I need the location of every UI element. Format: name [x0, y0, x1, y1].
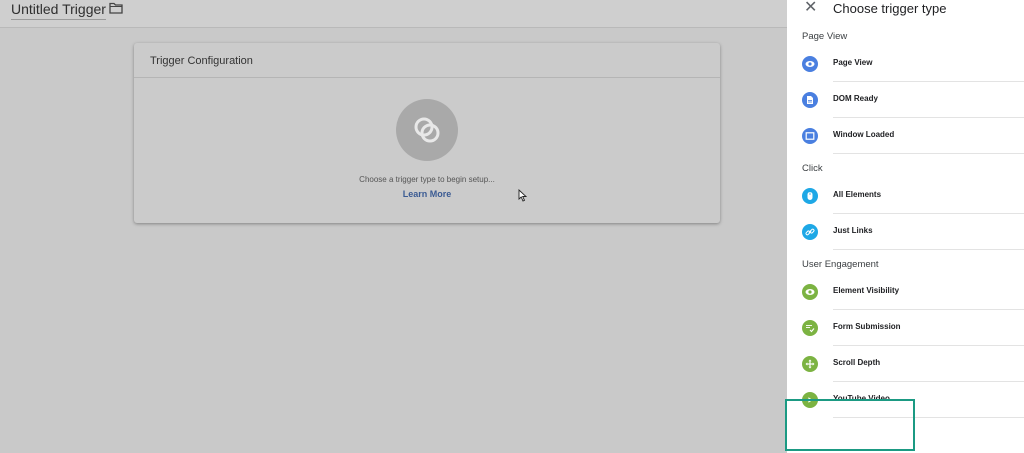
trigger-type-list: Page View Page View DOM Ready Window Loaded…: [787, 22, 1024, 418]
close-icon[interactable]: ✕: [804, 0, 817, 16]
youtube-video-highlight: [785, 399, 915, 451]
trigger-type-label: DOM Ready: [833, 94, 878, 103]
trigger-type-label: Element Visibility: [833, 286, 900, 295]
choose-trigger-type-panel: ✕ Choose trigger type Page View Page View…: [787, 0, 1024, 453]
trigger-type-label: Page View: [833, 58, 873, 67]
trigger-type-scroll-depth[interactable]: Scroll Depth: [787, 346, 1024, 382]
trigger-type-label: Form Submission: [833, 322, 901, 331]
trigger-type-placeholder[interactable]: [396, 99, 458, 161]
learn-more-link[interactable]: Learn More: [134, 189, 720, 199]
trigger-type-label: Window Loaded: [833, 130, 895, 139]
trigger-type-element-visibility[interactable]: Element Visibility: [787, 274, 1024, 310]
divider: [833, 249, 1024, 250]
eye-icon: [802, 56, 818, 72]
window-icon: [802, 128, 818, 144]
section-title: Click: [802, 163, 823, 174]
trigger-type-dom-ready[interactable]: DOM Ready: [787, 82, 1024, 118]
section-title: Page View: [802, 31, 848, 42]
eye-icon: [802, 284, 818, 300]
move-icon: [802, 356, 818, 372]
trigger-type-form-submission[interactable]: Form Submission: [787, 310, 1024, 346]
document-icon: [802, 92, 818, 108]
section-title: User Engagement: [802, 259, 879, 270]
panel-header: ✕ Choose trigger type: [787, 0, 1024, 22]
trigger-type-label: Scroll Depth: [833, 358, 881, 367]
trigger-type-window-loaded[interactable]: Window Loaded: [787, 118, 1024, 154]
form-icon: [802, 320, 818, 336]
trigger-type-page-view[interactable]: Page View: [787, 46, 1024, 82]
divider: [833, 153, 1024, 154]
card-title: Trigger Configuration: [134, 43, 720, 78]
trigger-type-all-elements[interactable]: All Elements: [787, 178, 1024, 214]
trigger-type-label: All Elements: [833, 190, 882, 199]
top-bar: Untitled Trigger: [0, 0, 787, 28]
mouse-icon: [802, 188, 818, 204]
folder-icon[interactable]: [109, 2, 123, 14]
panel-title: Choose trigger type: [833, 1, 947, 16]
trigger-type-just-links[interactable]: Just Links: [787, 214, 1024, 250]
trigger-name[interactable]: Untitled Trigger: [11, 1, 106, 20]
trigger-placeholder-icon: [414, 117, 440, 143]
trigger-configuration-card: Trigger Configuration Choose a trigger t…: [134, 43, 720, 223]
setup-hint: Choose a trigger type to begin setup...: [359, 175, 495, 184]
link-icon: [802, 224, 818, 240]
trigger-type-label: Just Links: [833, 226, 873, 235]
mouse-cursor-icon: [518, 189, 527, 202]
